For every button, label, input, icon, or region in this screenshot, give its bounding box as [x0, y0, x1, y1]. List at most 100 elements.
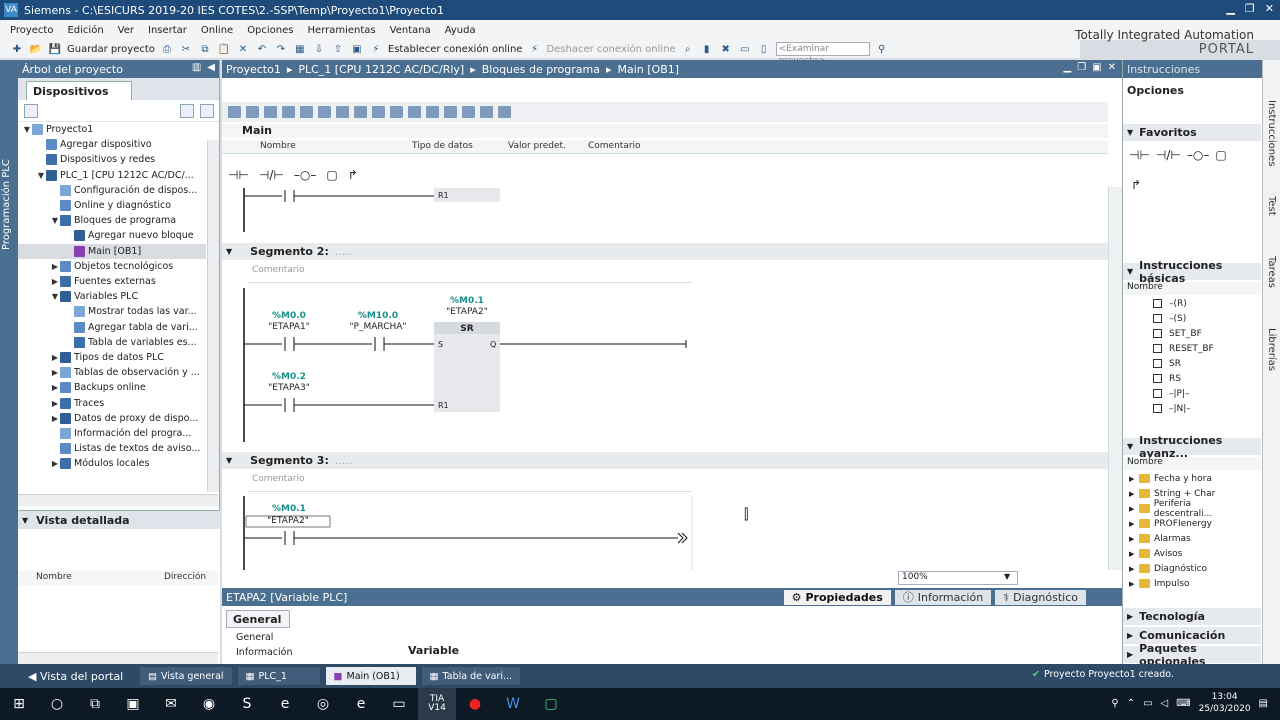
tree-item[interactable]: ▼ Variables PLC — [18, 289, 206, 304]
advanced-instructions-section[interactable]: ▼ Instrucciones avanz... — [1123, 434, 1261, 460]
chevron-right-icon[interactable]: ▶ — [50, 399, 60, 408]
chevron-right-icon[interactable]: ▶ — [1129, 520, 1139, 528]
editor-close-button[interactable]: ✕ — [1108, 62, 1116, 73]
task-view-icon[interactable]: ⧉ — [76, 688, 114, 720]
tia-portal-icon[interactable]: TIA V14 — [418, 688, 456, 720]
chevron-right-icon[interactable]: ▶ — [50, 262, 60, 271]
task-plc1[interactable]: ▦ PLC_1 — [237, 667, 320, 685]
tree-horizontal-scrollbar[interactable] — [18, 494, 218, 506]
iface-col-name[interactable]: Nombre — [260, 141, 296, 151]
zoom-select[interactable]: 100% — [898, 571, 1018, 585]
accessible-devices-icon[interactable]: ⌕ — [681, 42, 695, 56]
open-all-networks-icon[interactable] — [336, 106, 349, 118]
instruction-item[interactable]: –(R) — [1123, 296, 1251, 311]
seg3-contact-name[interactable]: "ETAPA2" — [250, 516, 326, 526]
next-error-icon[interactable] — [444, 106, 457, 118]
connect-online-icon[interactable]: ⚡ — [369, 42, 383, 56]
tree-item[interactable]: Mostrar todas las var... — [18, 304, 206, 319]
instruction-item[interactable]: RS — [1123, 371, 1251, 386]
download-block-icon[interactable] — [480, 106, 493, 118]
segment2-header[interactable]: ▼ Segmento 2: ..... — [222, 243, 1108, 260]
segment3-header[interactable]: ▼ Segmento 3: ..... — [222, 452, 1108, 469]
chevron-right-icon[interactable]: ▶ — [1129, 580, 1139, 588]
tree-item[interactable]: Online y diagnóstico — [18, 198, 206, 213]
tree-overview-icon[interactable] — [200, 104, 214, 118]
app-icon[interactable]: ▣ — [114, 688, 152, 720]
segment-title-placeholder[interactable]: ..... — [335, 245, 352, 258]
coil-icon[interactable]: –○– — [294, 168, 316, 182]
menu-ayuda[interactable]: Ayuda — [445, 25, 476, 36]
sr-flipflop-box[interactable] — [434, 322, 500, 412]
network-icon[interactable]: ▭ — [1143, 698, 1152, 709]
delete-icon[interactable]: ✕ — [236, 42, 250, 56]
open-branch-icon[interactable]: ↱ — [348, 168, 358, 182]
record-icon[interactable]: ● — [456, 688, 494, 720]
chevron-right-icon[interactable]: ▶ — [50, 459, 60, 468]
breadcrumb-project[interactable]: Proyecto1 — [226, 63, 281, 76]
tree-new-icon[interactable] — [24, 104, 38, 118]
chevron-right-icon[interactable]: ▶ — [1129, 475, 1139, 483]
favorites-section[interactable]: ▼ Favoritos — [1123, 124, 1261, 141]
detail-view-header[interactable]: ▼ Vista detallada — [18, 511, 220, 529]
task-tabla-variables[interactable]: ▦ Tabla de vari... — [421, 667, 521, 685]
clock[interactable]: 13:04 25/03/2020 — [1199, 691, 1251, 715]
segment3-comment[interactable]: Comentario — [252, 474, 305, 484]
monitor-icon[interactable] — [390, 106, 403, 118]
chevron-right-icon[interactable]: ▶ — [1129, 490, 1139, 498]
instruction-item[interactable]: RESET_BF — [1123, 341, 1251, 356]
chevron-down-icon[interactable]: ▼ — [1004, 572, 1010, 581]
chevron-right-icon[interactable]: ▶ — [1129, 550, 1139, 558]
disconnect-online-button[interactable]: Deshacer conexión online — [546, 44, 675, 55]
segment-title-placeholder[interactable]: ..... — [335, 454, 352, 467]
tree-item[interactable]: ▼ PLC_1 [CPU 1212C AC/DC/... — [18, 168, 206, 183]
cut-icon[interactable]: ✂ — [179, 42, 193, 56]
compile-icon[interactable]: ▦ — [293, 42, 307, 56]
menu-ver[interactable]: Ver — [118, 25, 134, 36]
coil-icon[interactable]: –○– — [1187, 148, 1209, 162]
segment2-comment[interactable]: Comentario — [252, 265, 305, 275]
tab-informacion[interactable]: ⓘ Información — [894, 590, 992, 605]
search-go-icon[interactable]: ⚲ — [875, 42, 889, 56]
detail-col-name[interactable]: Nombre — [36, 572, 72, 582]
tree-view-icon[interactable] — [180, 104, 194, 118]
project-search-input[interactable]: <Examinar proyecto> — [775, 42, 870, 66]
tab-tareas[interactable]: Tareas — [1266, 256, 1277, 288]
no-contact-icon[interactable]: ⊣⊢ — [228, 168, 249, 182]
chevron-right-icon[interactable]: ▶ — [50, 383, 60, 392]
menu-herramientas[interactable]: Herramientas — [308, 25, 376, 36]
chevron-right-icon[interactable]: ▶ — [1129, 535, 1139, 543]
maps-icon[interactable]: ◉ — [190, 688, 228, 720]
sr-operand-name[interactable]: "ETAPA2" — [434, 307, 500, 317]
ie-icon[interactable]: e — [266, 688, 304, 720]
instruction-item[interactable]: –(S) — [1123, 311, 1251, 326]
tree-item[interactable]: ▶ Fuentes externas — [18, 274, 206, 289]
seg3-contact-address[interactable]: %M0.1 — [258, 504, 320, 514]
mail-icon[interactable]: ✉ — [152, 688, 190, 720]
empty-box-icon[interactable]: ▢ — [326, 168, 337, 182]
chevron-right-icon[interactable]: ▶ — [50, 277, 60, 286]
absolute-operands-icon[interactable] — [300, 106, 313, 118]
menu-online[interactable]: Online — [201, 25, 233, 36]
tree-item[interactable]: Configuración de dispos... — [18, 183, 206, 198]
instruction-item[interactable]: –|N|– — [1123, 401, 1251, 416]
empty-box-icon[interactable]: ▢ — [1215, 148, 1226, 162]
volume-icon[interactable]: ◁ — [1161, 698, 1169, 709]
breadcrumb-plc[interactable]: PLC_1 [CPU 1212C AC/DC/Rly] — [298, 63, 464, 76]
people-icon[interactable]: ⚲ — [1111, 698, 1118, 709]
tree-item[interactable]: ▶ Tablas de observación y ... — [18, 365, 206, 380]
stop-cpu-icon[interactable]: ▮ — [700, 42, 714, 56]
undo-icon[interactable]: ↶ — [255, 42, 269, 56]
contact1-name[interactable]: "ETAPA1" — [258, 322, 320, 332]
advanced-folder-item[interactable]: ▶ Diagnóstico — [1123, 561, 1251, 576]
copy-icon[interactable]: ⧉ — [198, 42, 212, 56]
tree-item[interactable]: Información del progra... — [18, 426, 206, 441]
collapse-panel-icon[interactable]: ◀ — [207, 62, 215, 73]
tab-diagnostico[interactable]: ⚕ Diagnóstico — [995, 590, 1086, 605]
close-window-button[interactable]: ✕ — [1265, 2, 1274, 15]
cross-ref-icon[interactable]: ✖ — [719, 42, 733, 56]
insert-network-icon[interactable] — [228, 106, 241, 118]
go-to-error-icon[interactable] — [426, 106, 439, 118]
breadcrumb-main[interactable]: Main [OB1] — [618, 63, 680, 76]
menu-proyecto[interactable]: Proyecto — [10, 25, 53, 36]
chevron-down-icon[interactable]: ▼ — [50, 216, 60, 225]
